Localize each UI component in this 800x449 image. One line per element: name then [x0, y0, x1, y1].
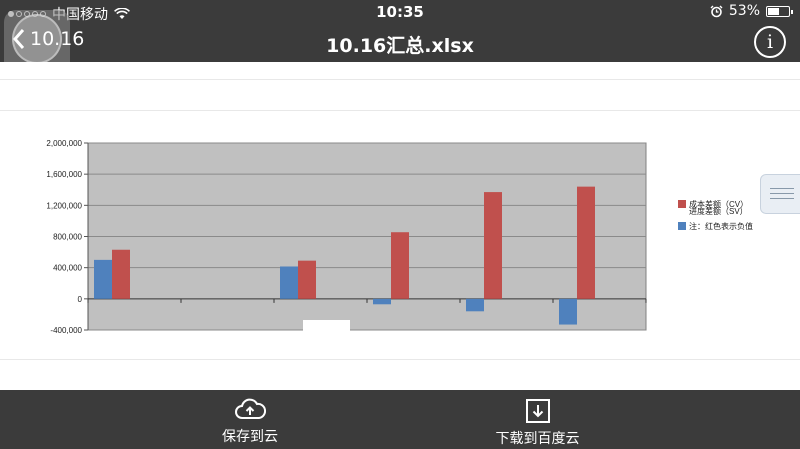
bar-cv — [298, 260, 316, 299]
download-to-baidu-cloud-button[interactable]: 下载到百度云 — [480, 398, 595, 448]
legend-swatch — [678, 222, 686, 230]
y-tick-label: -400,000 — [50, 326, 82, 335]
status-right: 53% — [710, 3, 793, 19]
y-tick-label: 0 — [78, 295, 83, 304]
clock: 10:35 — [376, 3, 424, 21]
document-viewer[interactable]: 2,000,000 1,600,000 1,200,000 800,000 400,00… — [0, 62, 800, 390]
legend-label: 进度差额（SV） — [689, 206, 748, 216]
battery-percent: 53% — [728, 3, 760, 19]
status-bar: 中国移动 10:35 53% — [0, 0, 800, 24]
page-title: 10.16汇总.xlsx — [326, 35, 474, 57]
alarm-icon — [710, 5, 723, 17]
battery-icon — [766, 5, 793, 17]
bar-cv — [112, 249, 130, 299]
y-tick-label: 1,600,000 — [46, 170, 82, 179]
cloud-upload-icon — [235, 398, 266, 419]
y-tick-label: 800,000 — [53, 233, 82, 242]
bar-sv — [373, 298, 391, 305]
download-label: 下载到百度云 — [495, 431, 580, 447]
bar-sv — [94, 259, 112, 299]
bar-chart: 2,000,000 1,600,000 1,200,000 800,000 400,00… — [46, 139, 753, 335]
legend-swatch — [678, 200, 686, 208]
bar-cv — [391, 232, 409, 299]
save-to-cloud-button[interactable]: 保存到云 — [210, 398, 290, 446]
legend-label: 注：红色表示负值 — [689, 221, 753, 231]
y-tick-label: 400,000 — [53, 264, 82, 273]
bar-cv — [577, 186, 595, 299]
bar-sv — [280, 266, 298, 299]
bar-cv — [484, 192, 502, 299]
save-label: 保存到云 — [222, 429, 278, 445]
chart-tooltip-mask — [303, 320, 350, 334]
bar-sv — [466, 298, 484, 312]
info-icon[interactable]: i — [754, 26, 786, 58]
side-panel-handle[interactable] — [760, 174, 800, 214]
bar-sv — [559, 298, 577, 325]
bottom-toolbar: 保存到云 下载到百度云 — [0, 390, 800, 449]
y-tick-label: 2,000,000 — [46, 139, 82, 148]
y-tick-label: 1,200,000 — [46, 201, 82, 210]
download-icon — [525, 399, 550, 423]
navigation-bar: 10.16 10.16汇总.xlsx i — [0, 10, 800, 74]
